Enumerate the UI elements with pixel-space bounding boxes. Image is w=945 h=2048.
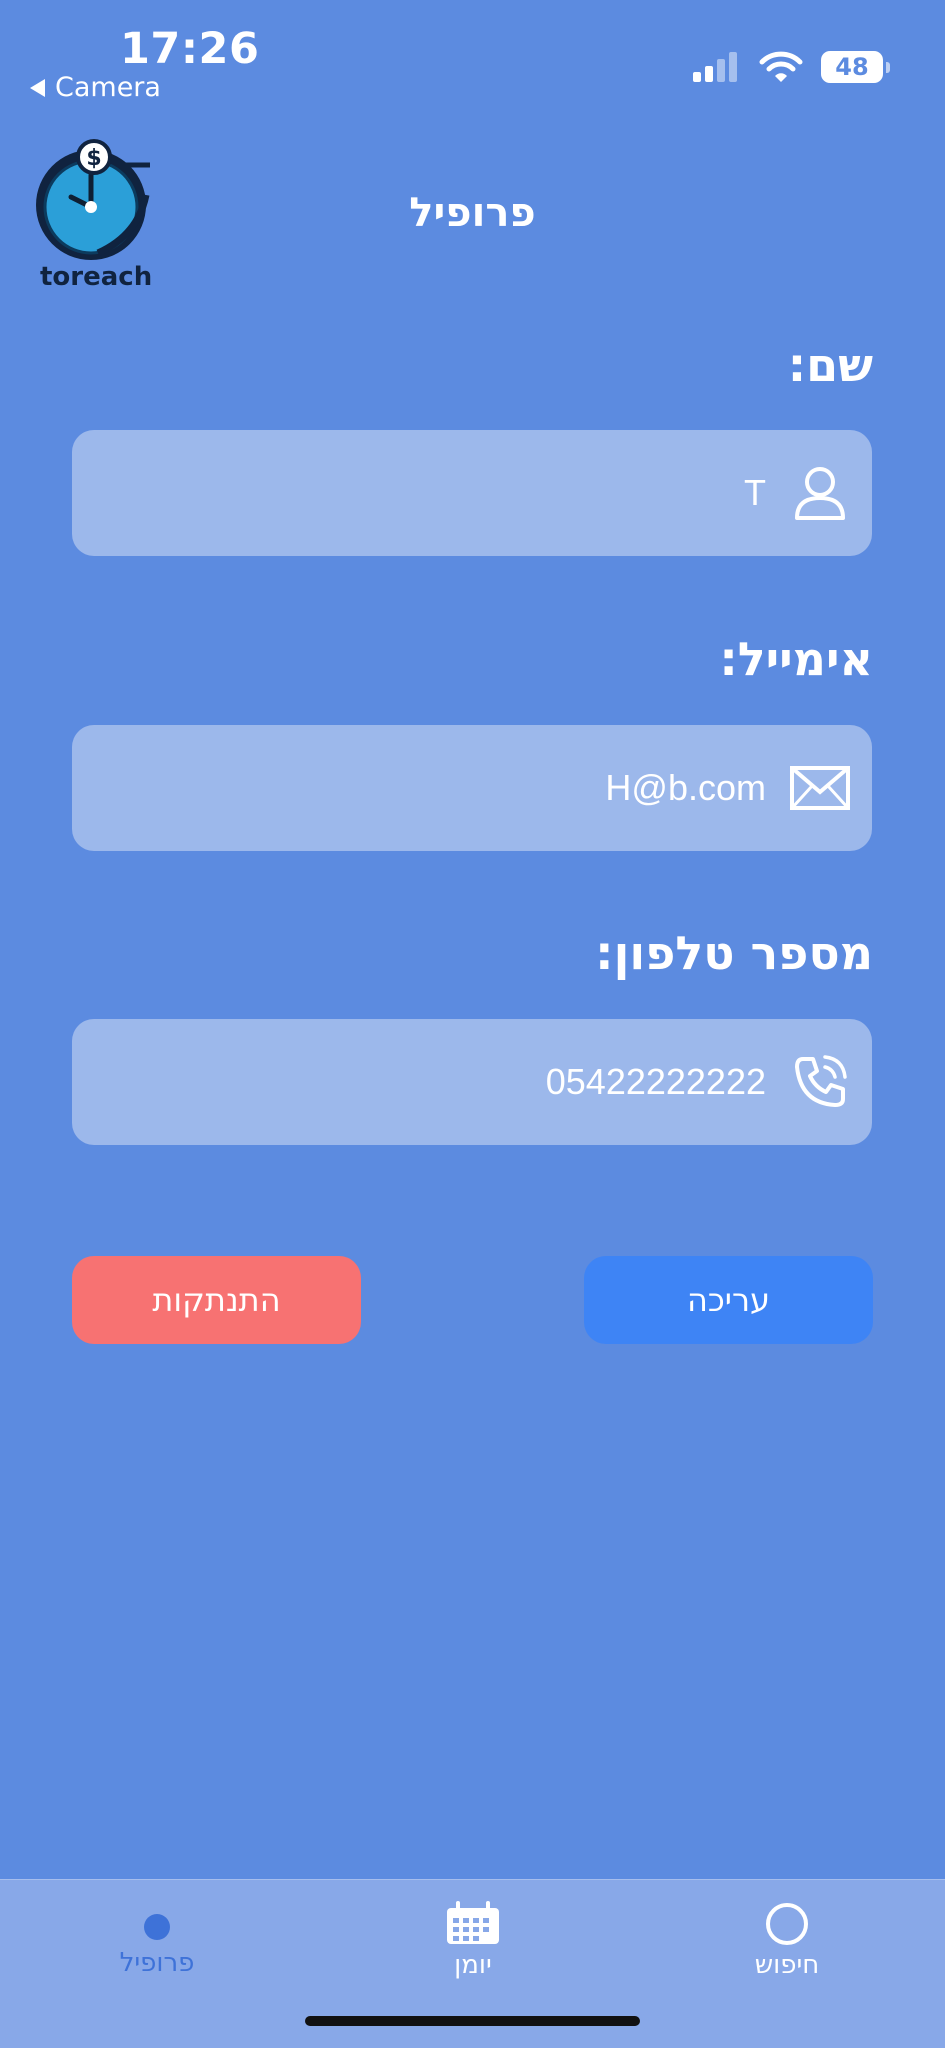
calendar-icon [447,1901,499,1944]
wifi-icon [759,51,803,82]
back-to-camera-link[interactable]: Camera [30,72,161,103]
tab-profile-label: פרופיל [119,1948,195,1978]
name-value: T [744,472,766,513]
svg-text:$: $ [86,146,101,171]
person-icon [790,463,850,523]
tab-profile[interactable]: פרופיל [77,1900,237,1978]
phone-icon [790,1052,850,1112]
edit-button[interactable]: עריכה [584,1256,873,1344]
phone-label: מספר טלפון: [595,926,873,980]
status-icons: 48 [691,50,890,84]
email-field[interactable]: H@b.com [72,725,872,851]
phone-value: 05422222222 [545,1061,766,1102]
search-icon [766,1903,808,1945]
name-field[interactable]: T [72,430,872,556]
tab-calendar[interactable]: יומן [393,1900,553,1980]
profile-dot-icon [144,1914,170,1940]
battery-icon: 48 [821,51,890,83]
back-arrow-icon [30,78,45,97]
back-link-label: Camera [55,72,161,103]
tab-search-label: חיפוש [754,1950,820,1980]
status-time: 17:26 [120,24,260,74]
battery-level: 48 [835,53,869,81]
logo-wordmark: toreach [40,262,153,292]
signal-icon [693,52,737,82]
phone-field[interactable]: 05422222222 [72,1019,872,1145]
home-indicator [305,2016,640,2026]
bottom-tab-bar: פרופיל יומן חיפוש [0,1879,945,2048]
page-title: פרופיל [409,190,536,236]
name-label: שם: [787,338,873,392]
logout-button[interactable]: התנתקות [72,1256,361,1344]
envelope-icon [790,758,850,818]
tab-search[interactable]: חיפוש [707,1900,867,1980]
email-value: H@b.com [605,767,766,808]
tab-calendar-label: יומן [454,1950,492,1980]
email-label: אימייל: [719,632,873,686]
